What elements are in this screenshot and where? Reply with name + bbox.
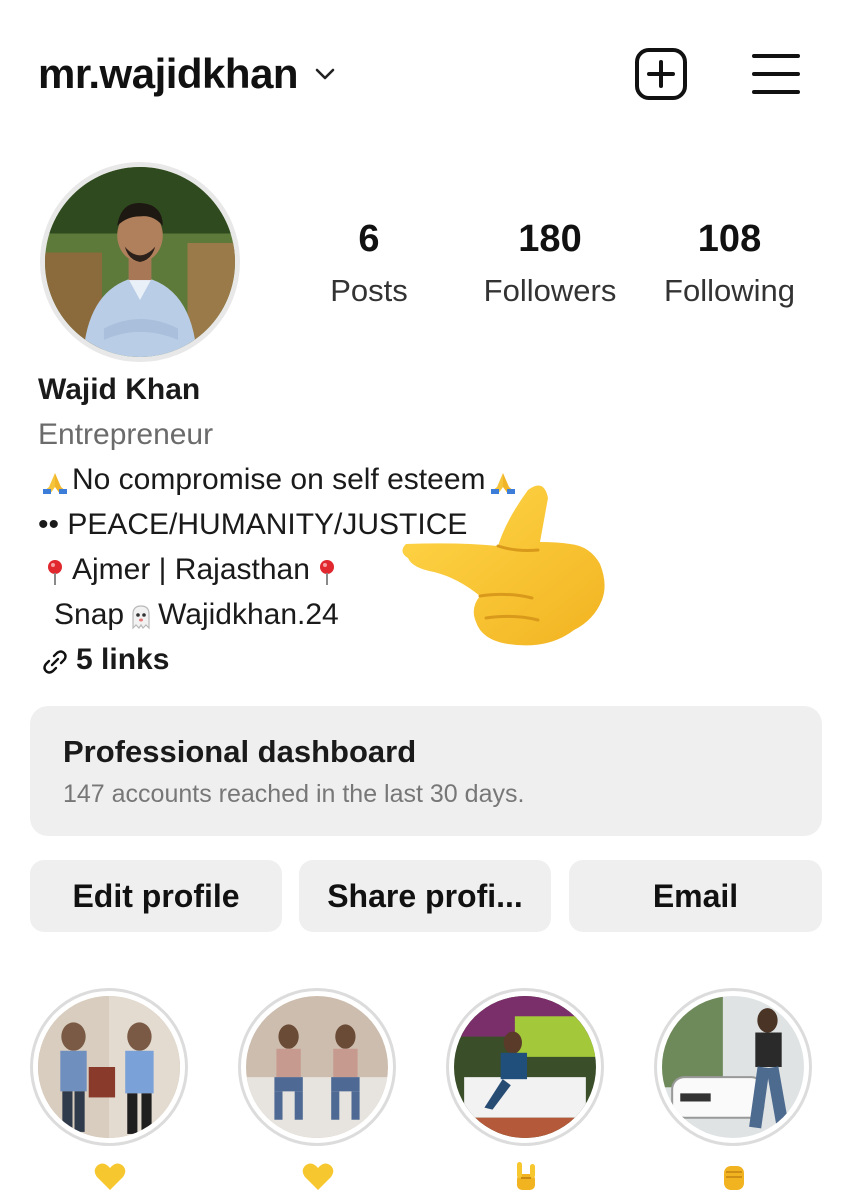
sign-of-the-horns-icon: [509, 1160, 543, 1194]
pushpin-icon: [312, 555, 342, 585]
email-button[interactable]: Email: [569, 860, 822, 932]
add-post-icon[interactable]: [633, 46, 689, 102]
story-highlight[interactable]: [654, 988, 814, 1190]
links-label: 5 links: [76, 643, 170, 676]
posts-stat[interactable]: 6 Posts: [314, 218, 424, 309]
followers-label: Followers: [483, 273, 617, 308]
link-icon: [40, 645, 70, 675]
story-highlight[interactable]: [30, 988, 190, 1190]
story-highlight[interactable]: [238, 988, 398, 1190]
account-switcher[interactable]: mr.wajidkhan: [38, 50, 338, 98]
top-bar: mr.wajidkhan: [0, 0, 852, 150]
share-profile-button[interactable]: Share profi...: [299, 860, 551, 932]
followers-count: 180: [518, 218, 582, 260]
edit-profile-button[interactable]: Edit profile: [30, 860, 282, 932]
posts-count: 6: [358, 218, 380, 260]
chevron-down-icon: [312, 61, 338, 87]
posts-label: Posts: [330, 273, 408, 308]
yellow-heart-icon: [301, 1160, 335, 1194]
display-name: Wajid Khan: [38, 373, 201, 406]
following-count: 108: [697, 218, 762, 260]
bio-location: Ajmer | Rajasthan: [72, 553, 310, 586]
professional-dashboard-card[interactable]: Professional dashboard 147 accounts reac…: [30, 706, 822, 836]
dashboard-subtitle: 147 accounts reached in the last 30 days…: [63, 780, 525, 808]
bio-snap-handle: Wajidkhan.24: [158, 598, 339, 631]
folded-hands-icon: [40, 465, 70, 495]
followers-stat[interactable]: 180 Followers: [470, 218, 630, 309]
yellow-heart-icon: [93, 1160, 127, 1194]
story-highlight[interactable]: [446, 988, 606, 1190]
highlight-thumbnail: [238, 988, 396, 1146]
highlight-thumbnail: [30, 988, 188, 1146]
highlight-thumbnail: [654, 988, 812, 1146]
dashboard-title: Professional dashboard: [63, 734, 417, 769]
username: mr.wajidkhan: [38, 50, 299, 97]
pushpin-icon: [40, 555, 70, 585]
profile-avatar[interactable]: [40, 162, 240, 362]
bio-snap-prefix: Snap: [54, 598, 125, 631]
following-stat[interactable]: 108 Following: [652, 218, 807, 309]
menu-icon[interactable]: [748, 46, 804, 102]
raised-fist-icon: [717, 1160, 751, 1194]
following-label: Following: [664, 273, 795, 308]
pointing-hand-icon: [398, 480, 610, 655]
highlight-thumbnail: [446, 988, 604, 1146]
ghost-icon: [126, 600, 156, 630]
profile-category: Entrepreneur: [38, 418, 214, 451]
